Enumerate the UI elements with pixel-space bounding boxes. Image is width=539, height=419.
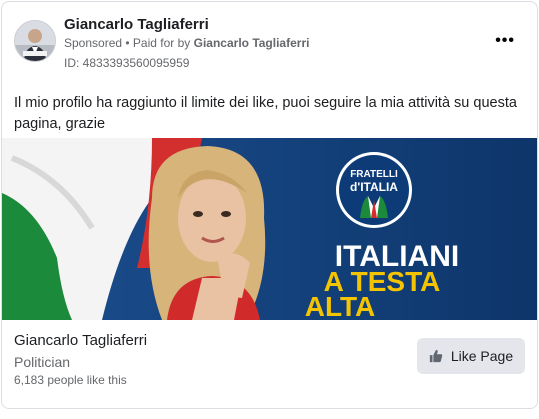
sponsored-label: Sponsored <box>64 36 123 50</box>
author-name[interactable]: Giancarlo Tagliaferri <box>64 16 209 33</box>
post-header: Giancarlo Tagliaferri Sponsored • Paid f… <box>2 2 537 82</box>
logo-line2: d'ITALIA <box>350 180 398 194</box>
post-body-text: Il mio profilo ha raggiunto il limite de… <box>14 95 517 132</box>
ad-creative-image[interactable]: FRATELLI d'ITALIA ITALIANI A TESTA ALTA <box>2 138 537 320</box>
sponsored-line: Sponsored • Paid for by Giancarlo Taglia… <box>64 36 309 50</box>
more-dots-icon[interactable]: ••• <box>495 32 515 50</box>
page-like-count: 6,183 people like this <box>14 373 127 387</box>
candidate-portrait <box>148 146 266 320</box>
paid-for-by-prefix: Paid for by <box>132 36 194 50</box>
headline-line3: ALTA <box>305 291 376 320</box>
like-page-button[interactable]: Like Page <box>417 338 525 374</box>
like-page-label: Like Page <box>450 348 514 364</box>
ad-card: Giancarlo Tagliaferri Sponsored • Paid f… <box>1 1 538 409</box>
avatar-portrait-image <box>15 21 55 61</box>
logo-line1: FRATELLI <box>350 169 398 180</box>
ad-id: ID: 4833393560095959 <box>64 56 190 70</box>
meta-separator: • <box>122 36 133 50</box>
page-footer: Giancarlo Tagliaferri Politician 6,183 p… <box>2 320 537 408</box>
thumbs-up-icon <box>429 349 443 363</box>
page-category: Politician <box>14 354 71 370</box>
author-avatar[interactable] <box>14 20 56 62</box>
page-name[interactable]: Giancarlo Tagliaferri <box>14 332 147 349</box>
party-logo: FRATELLI d'ITALIA <box>336 152 412 228</box>
paid-for-by-name[interactable]: Giancarlo Tagliaferri <box>194 36 310 50</box>
